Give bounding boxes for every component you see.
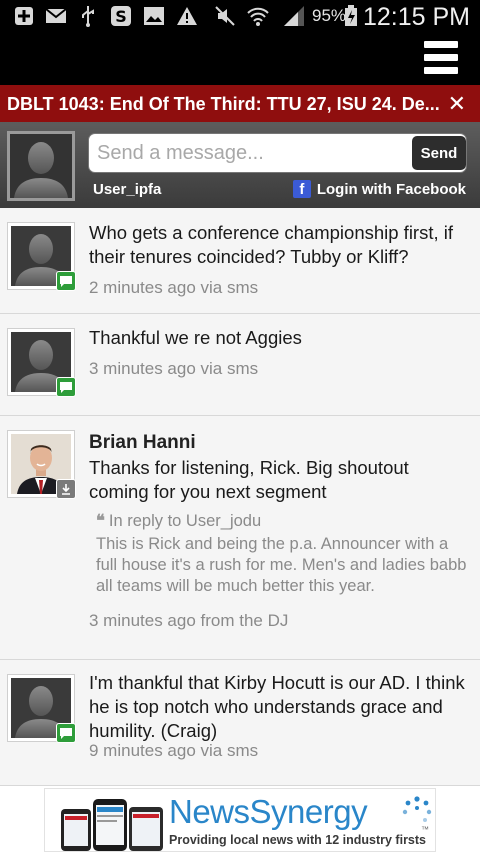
message-text: Who gets a conference championship first…	[89, 222, 454, 267]
reply-label: In reply to User_jodu	[108, 512, 262, 530]
message-text: Thanks for listening, Rick. Big shoutout…	[89, 457, 409, 502]
signal-icon	[282, 5, 306, 27]
message-timestamp: 3 minutes ago via sms	[89, 359, 259, 378]
download-icon	[56, 479, 76, 499]
avatar	[7, 131, 75, 201]
list-item: Brian Hanni Thanks for listening, Rick. …	[0, 416, 480, 660]
author-name[interactable]: Brian Hanni	[89, 432, 196, 454]
message-composer: Send User_ipfa f Login with Facebook	[0, 122, 480, 208]
phones-image	[61, 799, 163, 851]
newssynergy-logo-dots-icon	[402, 796, 432, 822]
message-input[interactable]	[88, 133, 467, 173]
sms-icon	[56, 377, 76, 397]
battery-percent: 95%	[312, 6, 347, 25]
quoted-message: This is Rick and being the p.a. Announce…	[96, 535, 467, 595]
ad-tagline: Providing local news with 12 industry fi…	[169, 833, 427, 847]
s-app-icon: S	[110, 5, 132, 27]
message-text: I'm thankful that Kirby Hocutt is our AD…	[89, 672, 465, 741]
message-timestamp: 9 minutes ago via sms	[89, 741, 259, 760]
avatar	[7, 222, 76, 291]
clock: 12:15 PM	[362, 3, 470, 31]
plus-icon	[14, 5, 34, 27]
quote-icon: ❝	[96, 511, 105, 530]
sms-icon	[56, 271, 76, 291]
image-icon	[143, 5, 165, 27]
list-item: I'm thankful that Kirby Hocutt is our AD…	[0, 660, 480, 786]
status-bar: S 95% 12:15 PM	[0, 0, 480, 33]
ticker-text: DBLT 1043: End Of The Third: TTU 27, ISU…	[7, 94, 440, 114]
avatar	[7, 430, 76, 499]
list-item: Who gets a conference championship first…	[0, 208, 480, 314]
usb-icon	[80, 5, 96, 27]
username-label[interactable]: User_ipfa	[93, 181, 161, 198]
send-button[interactable]: Send	[412, 136, 466, 170]
news-ticker[interactable]: DBLT 1043: End Of The Third: TTU 27, ISU…	[0, 85, 480, 122]
avatar	[7, 328, 76, 397]
warning-icon	[176, 5, 198, 27]
wifi-icon	[246, 5, 270, 27]
ad-title: NewsSynergy	[169, 793, 368, 830]
close-icon[interactable]: ✕	[448, 91, 466, 117]
facebook-icon: f	[292, 180, 311, 198]
facebook-login-link[interactable]: f Login with Facebook	[292, 180, 466, 198]
menu-icon[interactable]	[424, 41, 458, 75]
message-text: Thankful we re not Aggies	[89, 327, 302, 348]
avatar	[7, 674, 76, 743]
svg-text:S: S	[115, 7, 127, 26]
battery-icon	[344, 5, 358, 27]
message-feed[interactable]: Who gets a conference championship first…	[0, 208, 480, 786]
ad-area: NewsSynergy ™ Providing local news with …	[0, 786, 480, 854]
facebook-login-label: Login with Facebook	[316, 180, 466, 198]
default-avatar-icon	[14, 142, 68, 198]
sms-icon	[56, 723, 76, 743]
mute-icon	[214, 5, 236, 27]
message-timestamp: 3 minutes ago from the DJ	[89, 611, 289, 630]
mail-icon	[45, 5, 67, 27]
app-bar	[0, 33, 480, 85]
ad-banner[interactable]: NewsSynergy ™ Providing local news with …	[44, 788, 436, 852]
message-timestamp: 2 minutes ago via sms	[89, 278, 259, 297]
reply-reference[interactable]: ❝ In reply to User_jodu	[96, 511, 261, 531]
list-item: Thankful we re not Aggies 3 minutes ago …	[0, 314, 480, 416]
